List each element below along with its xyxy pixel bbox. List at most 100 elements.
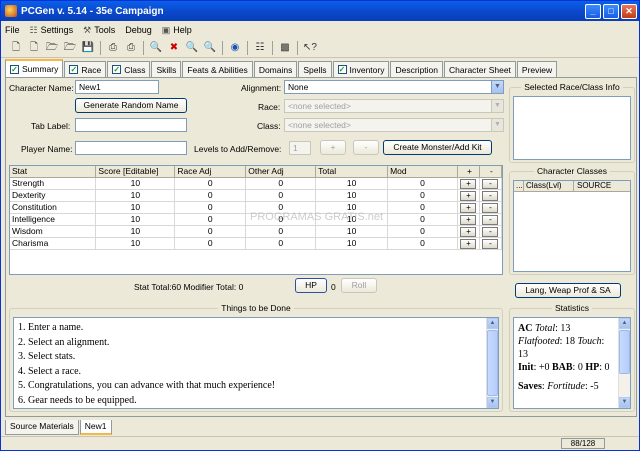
- todo-area[interactable]: 1. Enter a name. 2. Select an alignment.…: [13, 317, 499, 409]
- find-icon[interactable]: 🔍: [185, 41, 199, 55]
- tab-character-sheet[interactable]: Character Sheet: [444, 61, 516, 77]
- table-row[interactable]: Strength 10 0 0 10 0 + -: [10, 177, 503, 190]
- stat-decrease-button[interactable]: -: [482, 190, 499, 201]
- stat-increase-button[interactable]: +: [460, 238, 477, 249]
- scroll-up-icon[interactable]: ▲: [619, 318, 630, 329]
- roll-button[interactable]: Roll: [341, 278, 377, 293]
- col-expand[interactable]: ...: [514, 181, 524, 191]
- stat-decrease-button[interactable]: -: [482, 238, 499, 249]
- alignment-select[interactable]: None ▼: [284, 80, 504, 94]
- tab-class[interactable]: ✓ Class: [107, 61, 151, 77]
- col-race-adj[interactable]: Race Adj: [174, 166, 247, 178]
- tab-feats[interactable]: Feats & Abilities: [182, 61, 253, 77]
- tab-source-materials[interactable]: Source Materials: [5, 420, 79, 435]
- scroll-thumb[interactable]: [619, 330, 630, 374]
- race-select[interactable]: <none selected> ▼: [284, 99, 504, 113]
- image-icon[interactable]: ▩: [278, 41, 292, 55]
- title-bar[interactable]: PCGen v. 5.14 - 35e Campaign _ □ ✕: [1, 1, 639, 21]
- character-name-field[interactable]: New1: [75, 80, 159, 94]
- stat-score[interactable]: 10: [95, 189, 176, 202]
- table-row[interactable]: Wisdom 10 0 0 10 0 + -: [10, 225, 503, 238]
- todo-scrollbar[interactable]: ▲ ▼: [486, 318, 498, 408]
- hp-button[interactable]: HP: [295, 278, 327, 293]
- stat-mod: 0: [387, 189, 458, 202]
- search-icon[interactable]: 🔍: [149, 41, 163, 55]
- new-icon[interactable]: 🗋: [9, 41, 23, 55]
- col-class-level[interactable]: Class(Lvl): [524, 181, 574, 191]
- preferences-icon[interactable]: ☷: [253, 41, 267, 55]
- tab-domains[interactable]: Domains: [253, 61, 298, 77]
- lang-weap-prof-button[interactable]: Lang, Weap Prof & SA: [515, 283, 621, 298]
- level-add-button[interactable]: +: [320, 140, 346, 155]
- tab-description[interactable]: Description: [390, 61, 444, 77]
- stat-increase-button[interactable]: +: [460, 202, 477, 213]
- table-row[interactable]: Charisma 10 0 0 10 0 + -: [10, 237, 503, 250]
- minimize-button[interactable]: _: [585, 3, 601, 19]
- stat-score[interactable]: 10: [95, 225, 176, 238]
- stat-score[interactable]: 10: [95, 201, 176, 214]
- maximize-button[interactable]: □: [603, 3, 619, 19]
- find-next-icon[interactable]: 🔍: [203, 41, 217, 55]
- col-minus[interactable]: -: [479, 166, 503, 178]
- col-plus[interactable]: +: [457, 166, 480, 178]
- open-icon[interactable]: 🗁: [45, 41, 59, 55]
- close-button[interactable]: ✕: [621, 3, 637, 19]
- stat-decrease-button[interactable]: -: [482, 226, 499, 237]
- scroll-thumb[interactable]: [487, 330, 498, 396]
- stat-increase-button[interactable]: +: [460, 214, 477, 225]
- delete-icon[interactable]: ✖: [167, 41, 181, 55]
- col-total[interactable]: Total: [315, 166, 389, 178]
- level-remove-button[interactable]: -: [353, 140, 379, 155]
- scroll-down-icon[interactable]: ▼: [619, 397, 630, 408]
- save-icon[interactable]: 💾: [81, 41, 95, 55]
- levels-field[interactable]: 1: [289, 141, 311, 155]
- class-select[interactable]: <none selected> ▼: [284, 118, 504, 132]
- menu-help[interactable]: ▣ Help: [162, 25, 192, 36]
- stat-increase-button[interactable]: +: [460, 226, 477, 237]
- statistics-scrollbar[interactable]: ▲ ▼: [618, 318, 630, 408]
- col-stat[interactable]: Stat: [10, 166, 97, 178]
- generate-random-name-button[interactable]: Generate Random Name: [75, 98, 187, 113]
- tab-label-field[interactable]: [75, 118, 187, 132]
- stat-decrease-button[interactable]: -: [482, 178, 499, 189]
- stat-decrease-button[interactable]: -: [482, 202, 499, 213]
- tab-label-label: Tab Label:: [31, 121, 71, 131]
- scroll-up-icon[interactable]: ▲: [487, 318, 498, 329]
- print-icon[interactable]: ⎙: [106, 41, 120, 55]
- statistics-area[interactable]: AC Total: 13 Flatfooted: 18 Touch: 13 In…: [513, 317, 631, 409]
- tab-race[interactable]: ✓ Race: [64, 61, 107, 77]
- tab-character-new1[interactable]: New1: [79, 420, 112, 435]
- print-preview-icon[interactable]: ⎙: [124, 41, 138, 55]
- menu-file[interactable]: File: [5, 25, 20, 35]
- statistics-text: AC Total: 13 Flatfooted: 18 Touch: 13 In…: [518, 323, 610, 392]
- col-mod[interactable]: Mod: [387, 166, 458, 178]
- tab-skills[interactable]: Skills: [151, 61, 182, 77]
- create-monster-button[interactable]: Create Monster/Add Kit: [383, 140, 492, 155]
- col-score[interactable]: Score [Editable]: [95, 166, 176, 178]
- stat-decrease-button[interactable]: -: [482, 214, 499, 225]
- tab-spells[interactable]: Spells: [298, 61, 332, 77]
- new-party-icon[interactable]: 🗋: [27, 41, 41, 55]
- table-row[interactable]: Dexterity 10 0 0 10 0 + -: [10, 189, 503, 202]
- stat-score[interactable]: 10: [95, 213, 176, 226]
- stat-increase-button[interactable]: +: [460, 190, 477, 201]
- tab-summary[interactable]: ✓ Summary: [5, 59, 64, 77]
- stat-race-adj: 0: [174, 237, 247, 250]
- stat-score[interactable]: 10: [95, 237, 176, 250]
- col-other-adj[interactable]: Other Adj: [245, 166, 317, 178]
- character-tabs: Source Materials New1: [5, 420, 113, 435]
- globe-icon[interactable]: ◉: [228, 41, 242, 55]
- col-source[interactable]: SOURCE: [574, 181, 630, 191]
- menu-debug[interactable]: Debug: [125, 25, 152, 35]
- context-help-icon[interactable]: ↖?: [303, 41, 317, 55]
- menu-settings[interactable]: ☷ Settings: [30, 25, 74, 36]
- stat-score[interactable]: 10: [95, 177, 176, 190]
- checked-icon: ✓: [112, 65, 122, 74]
- open-party-icon[interactable]: 🗁: [63, 41, 77, 55]
- player-name-field[interactable]: [75, 141, 187, 155]
- tab-preview[interactable]: Preview: [516, 61, 558, 77]
- stat-increase-button[interactable]: +: [460, 178, 477, 189]
- menu-tools[interactable]: ⚒ Tools: [83, 25, 115, 36]
- tab-inventory[interactable]: ✓ Inventory: [332, 61, 390, 77]
- scroll-down-icon[interactable]: ▼: [487, 397, 498, 408]
